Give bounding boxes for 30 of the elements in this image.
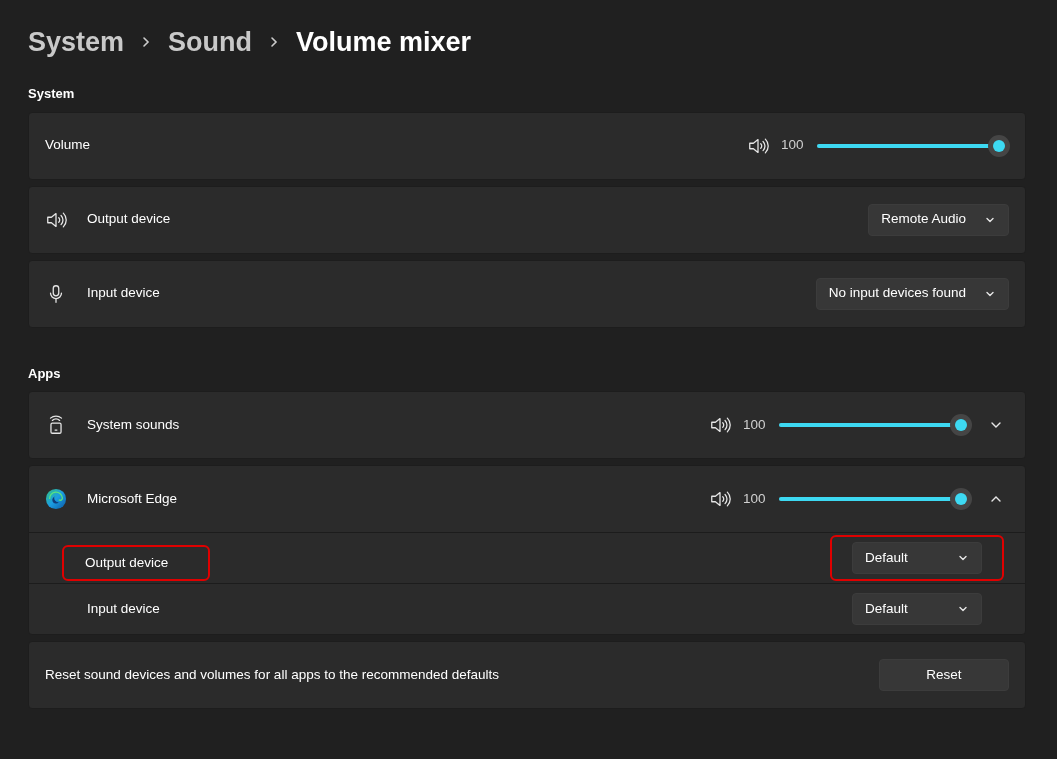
section-heading: System — [28, 85, 76, 103]
reset-button[interactable]: Reset — [879, 659, 1009, 691]
setting-label: Output device — [85, 553, 169, 572]
volume-value: 100 — [781, 136, 805, 155]
section-heading: Apps — [28, 364, 62, 383]
app-name: System sounds — [87, 415, 180, 434]
breadcrumb-item: Volume mixer — [296, 25, 472, 59]
reset-description: Reset sound devices and volumes for all apps to the recommended defaults — [45, 665, 499, 684]
setting-label: Input device — [87, 599, 160, 618]
setting-label: Input device — [87, 284, 160, 303]
device-dropdown[interactable]: Default — [852, 542, 982, 574]
device-dropdown[interactable]: Default — [852, 593, 982, 625]
slider-thumb[interactable] — [950, 488, 972, 510]
volume-slider[interactable] — [779, 488, 971, 510]
breadcrumb-item[interactable]: System — [28, 21, 125, 63]
browser-logo-icon — [45, 488, 67, 510]
app-name: Microsoft Edge — [87, 489, 178, 508]
device-dropdown[interactable]: No input devices found — [815, 277, 1009, 310]
setting-label: Output device — [87, 210, 171, 229]
device-dropdown[interactable]: Remote Audio — [868, 203, 1009, 236]
setting-label: Volume — [45, 136, 91, 155]
volume-value: 100 — [743, 415, 767, 434]
slider-thumb[interactable] — [988, 134, 1010, 157]
volume-value: 100 — [743, 489, 767, 508]
volume-slider[interactable] — [779, 414, 971, 436]
speaker-icon — [709, 414, 731, 436]
speaker-icon — [709, 488, 731, 510]
breadcrumb-item[interactable]: Sound — [168, 21, 253, 63]
slider-thumb[interactable] — [950, 414, 972, 436]
volume-slider[interactable] — [817, 134, 1009, 157]
